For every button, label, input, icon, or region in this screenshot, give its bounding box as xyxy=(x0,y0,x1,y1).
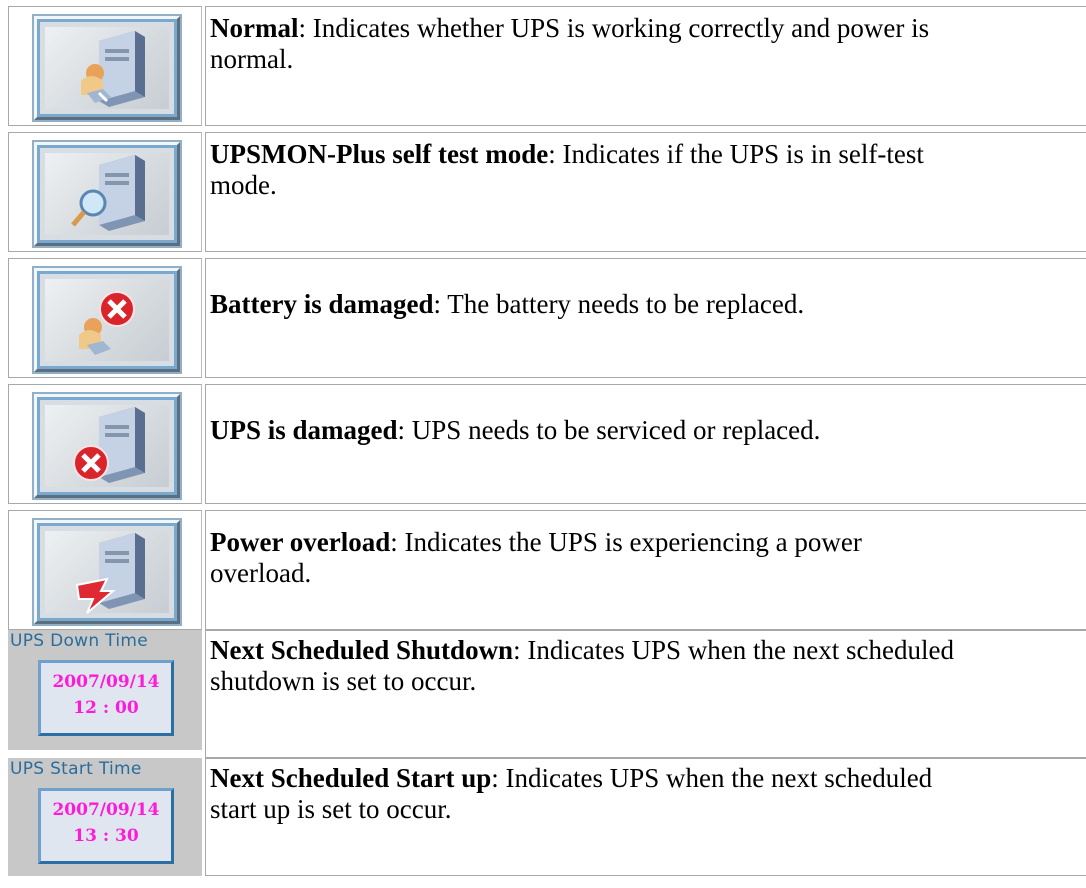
power-overload-icon xyxy=(34,520,180,624)
panel-title: UPS Start Time xyxy=(10,759,142,779)
status-title: Normal xyxy=(210,13,299,43)
status-description: : UPS needs to be serviced or replaced. xyxy=(397,415,821,445)
table-row: UPSMON-Plus self test mode: Indicates if… xyxy=(0,126,1086,252)
status-description: : Indicates UPS when the next scheduled xyxy=(513,635,954,665)
status-title: UPSMON-Plus self test mode xyxy=(210,139,549,169)
table-row: Power overload: Indicates the UPS is exp… xyxy=(0,504,1086,630)
ups-damaged-icon xyxy=(34,394,180,498)
status-title: UPS is damaged xyxy=(210,415,398,445)
icon-cell xyxy=(8,510,202,630)
status-description: : The battery needs to be replaced. xyxy=(433,289,805,319)
status-description-cont: overload. xyxy=(210,558,312,588)
icon-cell xyxy=(8,132,202,252)
status-description: : Indicates whether UPS is working corre… xyxy=(298,13,930,43)
time-display: 2007/09/14 12 : 00 xyxy=(38,660,174,736)
status-description-cont: shutdown is set to occur. xyxy=(210,666,477,696)
table-row: Normal: Indicates whether UPS is working… xyxy=(0,0,1086,126)
description-cell: Normal: Indicates whether UPS is working… xyxy=(205,6,1086,126)
status-description: : Indicates UPS when the next scheduled xyxy=(491,763,933,793)
ups-start-time-panel: UPS Start Time 2007/09/14 13 : 30 xyxy=(8,758,202,876)
status-title: Next Scheduled Start up xyxy=(210,763,492,793)
status-description: : Indicates if the UPS is in self-test xyxy=(548,139,924,169)
status-title: Power overload xyxy=(210,527,391,557)
scheduled-time: 12 : 00 xyxy=(73,698,139,718)
status-description-cont: normal. xyxy=(210,44,294,74)
table-row: UPS Down Time 2007/09/14 12 : 00 Next Sc… xyxy=(0,630,1086,758)
description-cell: UPS is damaged: UPS needs to be serviced… xyxy=(205,384,1086,504)
ups-self-test-icon xyxy=(34,142,180,246)
ups-normal-icon xyxy=(34,16,180,120)
status-description-cont: mode. xyxy=(210,170,277,200)
panel-title: UPS Down Time xyxy=(10,631,148,651)
scheduled-time: 13 : 30 xyxy=(73,826,139,846)
icon-cell xyxy=(8,384,202,504)
status-title: Next Scheduled Shutdown xyxy=(210,635,514,665)
description-cell: Next Scheduled Shutdown: Indicates UPS w… xyxy=(205,630,1086,758)
status-title: Battery is damaged xyxy=(210,289,434,319)
description-cell: Power overload: Indicates the UPS is exp… xyxy=(205,510,1086,630)
scheduled-date: 2007/09/14 xyxy=(52,800,160,820)
table-row: UPS Start Time 2007/09/14 13 : 30 Next S… xyxy=(0,758,1086,877)
icon-cell xyxy=(8,258,202,378)
icon-cell xyxy=(8,6,202,126)
description-cell: Battery is damaged: The battery needs to… xyxy=(205,258,1086,378)
status-description-cont: start up is set to occur. xyxy=(210,794,452,824)
description-cell: UPSMON-Plus self test mode: Indicates if… xyxy=(205,132,1086,252)
battery-damaged-icon xyxy=(34,268,180,372)
table-row: Battery is damaged: The battery needs to… xyxy=(0,252,1086,378)
time-display: 2007/09/14 13 : 30 xyxy=(38,788,174,864)
status-description: : Indicates the UPS is experiencing a po… xyxy=(390,527,862,557)
ups-down-time-panel: UPS Down Time 2007/09/14 12 : 00 xyxy=(8,630,202,750)
scheduled-date: 2007/09/14 xyxy=(52,672,160,692)
table-row: UPS is damaged: UPS needs to be serviced… xyxy=(0,378,1086,504)
description-cell: Next Scheduled Start up: Indicates UPS w… xyxy=(205,758,1086,876)
